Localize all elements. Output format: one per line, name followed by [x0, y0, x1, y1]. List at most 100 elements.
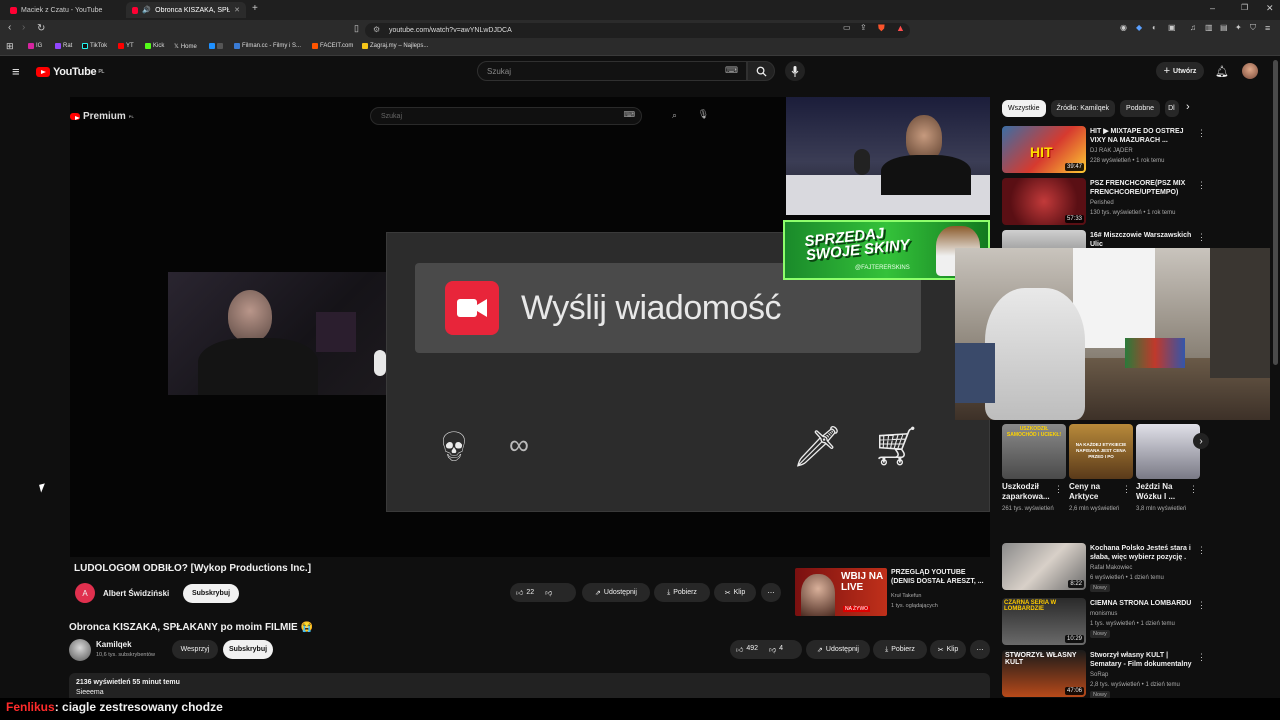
list-item[interactable]: CZARNA SERIA W LOMBARDZIE 10:29 CIEMNA S… — [1002, 598, 1206, 646]
account-avatar[interactable] — [1242, 63, 1258, 79]
extension-icon[interactable]: ◆ — [1136, 23, 1142, 32]
page-scrollbar[interactable] — [1273, 60, 1278, 365]
brave-shield-icon[interactable]: ⛊ — [878, 23, 885, 34]
more-vertical-icon[interactable]: ⋮ — [1197, 128, 1206, 139]
sidebar-icon[interactable]: ▥ — [1205, 23, 1213, 32]
short-thumbnail[interactable] — [1136, 424, 1200, 479]
more-vertical-icon[interactable]: ⋮ — [1197, 600, 1206, 611]
bookmark-tiktok[interactable]: TikTok — [82, 43, 107, 49]
create-button[interactable]: + Utwórz — [1156, 62, 1204, 80]
more-vertical-icon[interactable]: ⋮ — [1197, 652, 1206, 663]
list-item[interactable]: 8:22 Kochana Polsko Jesteś stara i słaba… — [1002, 543, 1206, 592]
cast-icon[interactable]: ▭ — [843, 23, 851, 32]
hamburger-menu-icon[interactable]: ≡ — [12, 64, 20, 79]
search-button[interactable] — [747, 61, 775, 81]
maximize-icon[interactable]: ❐ — [1241, 3, 1248, 12]
more-actions-button[interactable]: ⋯ — [970, 640, 990, 659]
close-tab-icon[interactable]: ✕ — [234, 6, 240, 14]
list-item[interactable]: 57:33 PSZ FRENCHCORE(PSZ MIX FRENCHCORE/… — [1002, 178, 1206, 226]
more-vertical-icon[interactable]: ⋮ — [1189, 484, 1198, 495]
chip-all[interactable]: Wszystkie — [1002, 100, 1046, 117]
bookmark-rat[interactable]: Rat — [55, 43, 72, 49]
video-thumbnail: 8:22 — [1002, 543, 1086, 590]
list-item[interactable]: 16# Miszczowie Warszawskich Ulic ⋮ — [1002, 230, 1202, 248]
bookmark-kick[interactable]: Kick — [145, 43, 164, 49]
apps-icon[interactable]: ⊞ — [6, 41, 14, 52]
back-icon[interactable]: ‹ — [8, 22, 11, 33]
extension-icon[interactable]: ◉ — [1120, 23, 1127, 32]
channel-name[interactable]: Kamilqek — [96, 640, 132, 649]
bookmark-misc[interactable] — [209, 43, 223, 49]
download-button[interactable]: ⤓ Pobierz — [873, 640, 927, 659]
browser-tab-active[interactable]: 🔊 Obronca KISZAKA, SPŁAKAN ✕ — [126, 2, 246, 18]
bookmark-home[interactable]: 𝕏 Home — [174, 43, 197, 51]
menu-icon[interactable]: ≡ — [1265, 23, 1270, 33]
keyboard-icon[interactable]: ⌨ — [725, 65, 738, 76]
ai-icon[interactable]: ✦ — [1235, 23, 1242, 32]
reload-icon[interactable]: ↻ — [37, 23, 45, 34]
forward-icon[interactable]: › — [22, 22, 25, 33]
url-field[interactable]: ⚙ youtube.com/watch?v=awYNLwDJDCA — [365, 23, 910, 38]
bookmark-zagraj[interactable]: Zagraj.my – Najleps... — [362, 43, 428, 49]
shorts-next-icon[interactable]: › — [1193, 433, 1209, 449]
inner-rec-thumbnail: WBIJ NA LIVE NA ŻYWO — [795, 568, 887, 616]
wallet-icon[interactable]: ▤ — [1220, 23, 1228, 32]
bookmark-ig[interactable]: IG — [28, 43, 42, 49]
more-vertical-icon[interactable]: ⋮ — [1054, 484, 1063, 495]
short-thumbnail[interactable]: USZKODZIŁ SAMOCHÓD I UCIEKŁ! — [1002, 424, 1066, 479]
youtube-play-icon — [36, 67, 50, 77]
more-vertical-icon[interactable]: ⋮ — [1197, 232, 1202, 243]
bookmark-filman[interactable]: Filman.cc - Filmy i S... — [234, 43, 301, 49]
clutter — [1125, 338, 1185, 368]
more-vertical-icon[interactable]: ⋮ — [1122, 484, 1131, 495]
search-input[interactable]: Szukaj ⌨ — [477, 61, 747, 81]
site-info-icon[interactable]: ⚙ — [373, 25, 380, 34]
support-button[interactable]: Wesprzyj — [172, 640, 218, 659]
sword-icon: 🗡︎ — [792, 425, 843, 469]
dislike-button[interactable]: 👎︎ 4 — [769, 645, 783, 654]
share-button[interactable]: ⇗ Udostępnij — [806, 640, 870, 659]
url-text: youtube.com/watch?v=awYNLwDJDCA — [389, 27, 512, 34]
extension-icon[interactable]: ▣ — [1168, 23, 1176, 32]
bookmark-yt[interactable]: YT — [118, 43, 134, 49]
list-item[interactable]: HIT 39:47 HIT ▶ MIXTAPE DO OSTREJ VIXY N… — [1002, 126, 1206, 174]
minimize-icon[interactable]: – — [1210, 3, 1215, 13]
x-icon: 𝕏 — [174, 44, 179, 50]
thumbs-down-icon: 👎︎ — [769, 647, 777, 654]
list-item[interactable]: STWORZYŁ WŁASNY KULT 47:06 Stworzył włas… — [1002, 650, 1206, 699]
new-tab-icon[interactable]: + — [252, 3, 258, 14]
chevron-right-icon[interactable]: › — [1186, 101, 1190, 113]
subscribe-button[interactable]: Subskrybuj — [223, 640, 273, 659]
media-icon[interactable]: ♫ — [1190, 23, 1196, 32]
video-player[interactable]: Premium PL Szukaj ⌕ 🎙︎ ⌨ Wyślij wiadomoś… — [70, 97, 990, 557]
mouse-cursor-icon — [39, 483, 47, 493]
rewards-icon[interactable]: ▲ — [896, 23, 905, 33]
thumbnail-text: HIT — [1030, 144, 1053, 160]
short-title: Ceny na Arktyce — [1069, 482, 1101, 501]
video-duration: 10:29 — [1064, 635, 1084, 643]
notifications-bell-icon[interactable]: 🔔︎ — [1215, 65, 1229, 78]
chip-source[interactable]: Źródło: Kamilqek — [1050, 100, 1116, 117]
clip-button[interactable]: ✂ Klip — [930, 640, 966, 659]
close-window-icon[interactable]: ✕ — [1266, 3, 1274, 14]
vpn-icon[interactable]: ⛉ — [1250, 23, 1256, 33]
chip-similar[interactable]: Podobne — [1120, 100, 1161, 117]
short-thumbnail[interactable]: NA KAŻDEJ ETYKIECIE NAPISANA JEST CENA P… — [1069, 424, 1133, 479]
new-badge: Nowy — [1090, 630, 1110, 638]
region-label: PL — [98, 69, 105, 75]
chip-more[interactable]: Dl — [1165, 100, 1180, 117]
share-icon[interactable]: ⇪ — [860, 23, 867, 32]
youtube-favicon-icon — [132, 6, 139, 14]
channel-avatar[interactable] — [69, 639, 91, 661]
short-title: Uszkodził zaparkowa... — [1002, 482, 1050, 501]
voice-search-button[interactable] — [785, 61, 805, 81]
bookmark-faceit[interactable]: FACEIT.com — [312, 43, 353, 49]
like-button[interactable]: 👍︎ 492 — [736, 645, 758, 654]
youtube-logo[interactable]: YouTube PL — [36, 66, 104, 78]
thumbnail-person — [801, 574, 835, 616]
more-vertical-icon[interactable]: ⋮ — [1197, 545, 1206, 556]
more-vertical-icon[interactable]: ⋮ — [1197, 180, 1206, 191]
browser-tab[interactable]: Maciek z Czatu - YouTube — [4, 2, 122, 18]
bookmark-icon[interactable]: ▯ — [354, 23, 359, 34]
extension-icon[interactable]: ◐ — [1152, 23, 1157, 32]
